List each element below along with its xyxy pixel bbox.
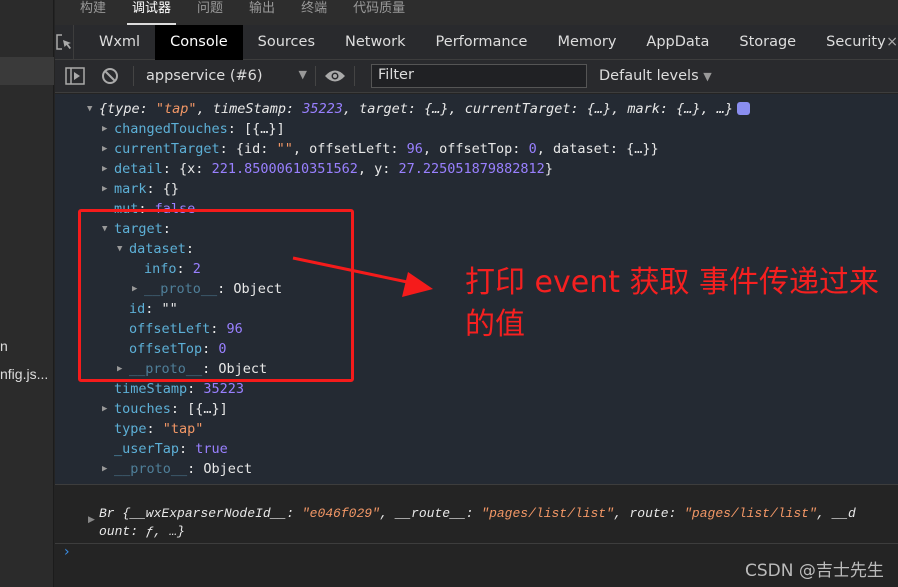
annotation-text: 打印 event 获取 事件传递过来的值 bbox=[465, 265, 880, 342]
watermark: CSDN @吉士先生 bbox=[745, 561, 884, 581]
